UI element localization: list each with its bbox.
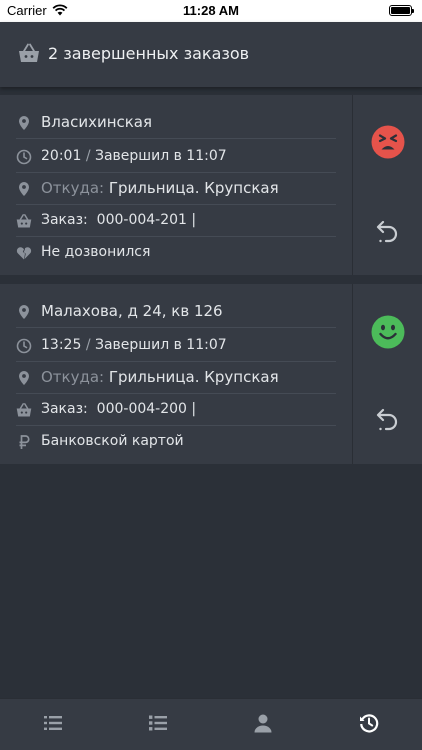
angry-face-icon bbox=[371, 125, 405, 159]
from-label: Откуда: bbox=[41, 179, 105, 197]
order-number-row: Заказ: 000-004-201 | bbox=[16, 205, 336, 237]
basket-icon bbox=[16, 403, 32, 417]
order-number: 000-004-201 | bbox=[96, 212, 197, 228]
from-row: Откуда: Грильница. Крупская bbox=[16, 173, 336, 205]
order-number: 000-004-200 | bbox=[96, 401, 197, 417]
basket-icon bbox=[19, 43, 39, 62]
clock: 11:28 AM bbox=[183, 3, 239, 18]
ruble-icon bbox=[19, 435, 30, 449]
location-pin-icon bbox=[19, 116, 29, 130]
note-text: Банковской картой bbox=[41, 433, 184, 449]
order-card[interactable]: Власихинская 20:01 / Завершил в 11:07 От… bbox=[0, 95, 422, 275]
orders-header: 2 завершенных заказов bbox=[0, 22, 422, 87]
return-order-button[interactable] bbox=[374, 217, 402, 245]
broken-heart-icon bbox=[16, 247, 32, 260]
order-label: Заказ: bbox=[41, 401, 88, 417]
order-details: Власихинская 20:01 / Завершил в 11:07 От… bbox=[0, 95, 352, 275]
note-row: Банковской картой bbox=[16, 426, 336, 458]
order-status: Завершил в 11:07 bbox=[94, 337, 227, 353]
from-row: Откуда: Грильница. Крупская bbox=[16, 362, 336, 394]
location-pin-icon bbox=[19, 305, 29, 319]
note-text: Не дозвонился bbox=[41, 244, 151, 260]
address-row: Власихинская bbox=[16, 107, 336, 139]
order-card[interactable]: Малахова, д 24, кв 126 13:25 / Завершил … bbox=[0, 284, 422, 464]
order-label: Заказ: bbox=[41, 212, 88, 228]
status-bar: Carrier 11:28 AM bbox=[0, 0, 422, 22]
battery-icon bbox=[389, 5, 414, 16]
address-row: Малахова, д 24, кв 126 bbox=[16, 296, 336, 328]
return-order-button[interactable] bbox=[374, 405, 402, 433]
location-pin-icon bbox=[19, 371, 29, 385]
from-label: Откуда: bbox=[41, 368, 105, 386]
from-value: Грильница. Крупская bbox=[108, 179, 279, 197]
happy-face-icon bbox=[371, 315, 405, 349]
profile-icon[interactable] bbox=[253, 713, 273, 733]
basket-icon bbox=[16, 214, 32, 228]
order-actions bbox=[352, 284, 422, 464]
page-title: 2 завершенных заказов bbox=[48, 44, 250, 63]
tab-bar bbox=[0, 698, 422, 750]
address-text: Власихинская bbox=[41, 113, 153, 131]
checklist-icon[interactable] bbox=[148, 713, 168, 733]
time-row: 20:01 / Завершил в 11:07 bbox=[16, 141, 336, 173]
address-text: Малахова, д 24, кв 126 bbox=[41, 302, 223, 320]
order-actions bbox=[352, 95, 422, 275]
clock-icon bbox=[16, 149, 32, 165]
order-details: Малахова, д 24, кв 126 13:25 / Завершил … bbox=[0, 284, 352, 464]
order-time: 20:01 bbox=[41, 148, 82, 164]
list-icon[interactable] bbox=[43, 713, 63, 733]
note-row: Не дозвонился bbox=[16, 237, 336, 269]
order-time: 13:25 bbox=[41, 337, 82, 353]
order-status: Завершил в 11:07 bbox=[94, 148, 227, 164]
time-row: 13:25 / Завершил в 11:07 bbox=[16, 330, 336, 362]
order-number-row: Заказ: 000-004-200 | bbox=[16, 394, 336, 426]
clock-icon bbox=[16, 338, 32, 354]
history-icon[interactable] bbox=[359, 713, 379, 733]
location-pin-icon bbox=[19, 182, 29, 196]
from-value: Грильница. Крупская bbox=[108, 368, 279, 386]
